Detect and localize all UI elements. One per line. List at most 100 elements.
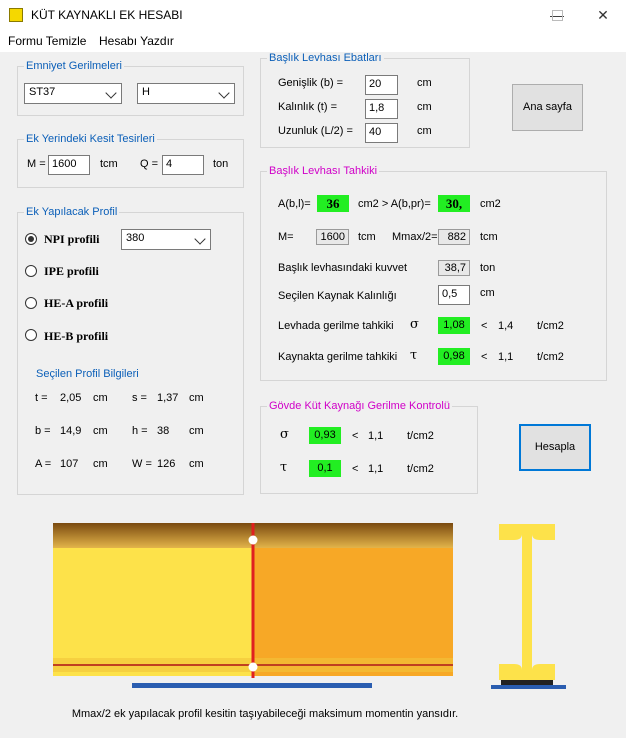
bottom-plate: [132, 683, 372, 688]
steel-grade-select[interactable]: ST37: [24, 83, 122, 104]
beam-splice-drawing: [53, 523, 453, 688]
load-case-select[interactable]: H: [137, 83, 235, 104]
close-button[interactable]: ✕: [580, 0, 626, 30]
thickness-label: Kalınlık (t) =: [278, 101, 337, 113]
h-unit: cm: [189, 425, 204, 437]
menu-bar: [0, 30, 626, 52]
window-title: KÜT KAYNAKLI EK HESABI: [31, 8, 183, 22]
plate-stress-label: Levhada gerilme tahkiki: [278, 320, 394, 332]
moment-label: M =: [27, 158, 46, 170]
weld-stress-label: Kaynakta gerilme tahkiki: [278, 351, 398, 363]
shear-unit: ton: [213, 158, 229, 170]
web-tau-value: 0,1: [309, 460, 341, 477]
s-unit: cm: [189, 392, 204, 404]
thickness-unit: cm: [417, 101, 432, 113]
shear-input[interactable]: 4: [162, 155, 204, 175]
maximize-icon: [552, 10, 563, 21]
b-value: 14,9: [60, 425, 82, 437]
weld-thickness-label: Seçilen Kaynak Kalınlığı: [278, 290, 397, 302]
web-tau-symbol: τ: [280, 460, 288, 475]
mmax-value: 882: [438, 229, 470, 245]
m-value: 1600: [316, 229, 349, 245]
width-unit: cm: [417, 77, 432, 89]
s-label: s =: [132, 392, 147, 404]
s-value: 1,37: [157, 392, 179, 404]
length-input[interactable]: 40: [365, 123, 398, 143]
weld-stress-lt: <: [481, 351, 488, 363]
h-value: 38: [157, 425, 170, 437]
plate-dimensions-title: Başlık Levhası Ebatları: [267, 52, 384, 64]
section-forces-title: Ek Yerindeki Kesit Tesirleri: [24, 133, 157, 145]
b-unit: cm: [93, 425, 108, 437]
menu-print[interactable]: Hesabı Yazdır: [99, 34, 174, 48]
a-value: 107: [60, 458, 79, 470]
web-sigma-unit: t/cm2: [407, 430, 434, 442]
radio-npi[interactable]: [25, 233, 37, 245]
m-unit: tcm: [358, 231, 376, 243]
profile-size-select[interactable]: 380: [121, 229, 211, 250]
i-section-drawing: [491, 524, 566, 689]
weld-thickness-input[interactable]: 0,5: [438, 285, 470, 305]
section-web: [522, 534, 532, 670]
radio-hea-label[interactable]: HE-A profili: [44, 296, 108, 311]
beam-left-half: [53, 548, 253, 676]
w-label: W =: [132, 458, 152, 470]
web-tau-unit: t/cm2: [407, 463, 434, 475]
steel-grade-value: ST37: [29, 86, 56, 98]
mmax-label: Mmax/2=: [392, 231, 438, 243]
width-input[interactable]: 20: [365, 75, 398, 95]
radio-hea[interactable]: [25, 297, 37, 309]
radio-ipe-label[interactable]: IPE profili: [44, 264, 99, 279]
length-label: Uzunluk (L/2) =: [278, 125, 353, 137]
plate-check-group: [260, 171, 607, 381]
plate-stress-limit: 1,4: [498, 320, 514, 332]
abl-value: 36: [317, 195, 349, 212]
main-page-button[interactable]: Ana sayfa: [512, 84, 583, 131]
weld-thickness-unit: cm: [480, 287, 495, 299]
chevron-down-icon: [194, 233, 206, 245]
a-label: A =: [35, 458, 52, 470]
force-label: Başlık levhasındaki kuvvet: [278, 262, 408, 274]
length-unit: cm: [417, 125, 432, 137]
load-case-value: H: [142, 86, 150, 98]
menu-clear-form[interactable]: Formu Temizle: [8, 34, 86, 48]
abl-label: A(b,l)=: [278, 198, 311, 210]
radio-heb-label[interactable]: HE-B profili: [44, 329, 108, 344]
force-value: 38,7: [438, 260, 470, 276]
web-sigma-limit: 1,1: [368, 430, 384, 442]
profile-group: [17, 212, 244, 495]
thickness-input[interactable]: 1,8: [365, 99, 398, 119]
calculate-button[interactable]: Hesapla: [519, 424, 591, 471]
plate-stress-unit: t/cm2: [537, 320, 564, 332]
radio-ipe[interactable]: [25, 265, 37, 277]
w-unit: cm: [189, 458, 204, 470]
sigma-symbol: σ: [410, 317, 419, 332]
web-tau-lt: <: [352, 463, 359, 475]
web-weld-group: [260, 406, 478, 494]
shear-label: Q =: [140, 158, 159, 170]
weld-point-bottom: [248, 662, 258, 672]
abpr-label: cm2 > A(b,pr)=: [358, 198, 431, 210]
plate-stress-lt: <: [481, 320, 488, 332]
section-top-flange: [499, 524, 555, 534]
profile-info-title: Seçilen Profil Bilgileri: [36, 368, 139, 380]
profile-title: Ek Yapılacak Profil: [24, 206, 120, 218]
abpr-unit: cm2: [480, 198, 501, 210]
weld-stress-limit: 1,1: [498, 351, 514, 363]
chevron-down-icon: [218, 87, 230, 99]
web-weld-title: Gövde Küt Kaynağı Gerilme Kontrolü: [267, 400, 452, 412]
web-sigma-value: 0,93: [309, 427, 341, 444]
profile-size-value: 380: [126, 232, 145, 244]
app-icon: [9, 8, 23, 22]
web-sigma-symbol: σ: [280, 427, 289, 442]
w-value: 126: [157, 458, 176, 470]
chevron-down-icon: [105, 87, 117, 99]
web-tau-limit: 1,1: [368, 463, 384, 475]
web-sigma-lt: <: [352, 430, 359, 442]
t-value: 2,05: [60, 392, 82, 404]
width-label: Genişlik (b) =: [278, 77, 344, 89]
moment-input[interactable]: 1600: [48, 155, 90, 175]
beam-right-half: [253, 548, 453, 676]
radio-heb[interactable]: [25, 329, 37, 341]
radio-npi-label[interactable]: NPI profili: [44, 232, 99, 247]
